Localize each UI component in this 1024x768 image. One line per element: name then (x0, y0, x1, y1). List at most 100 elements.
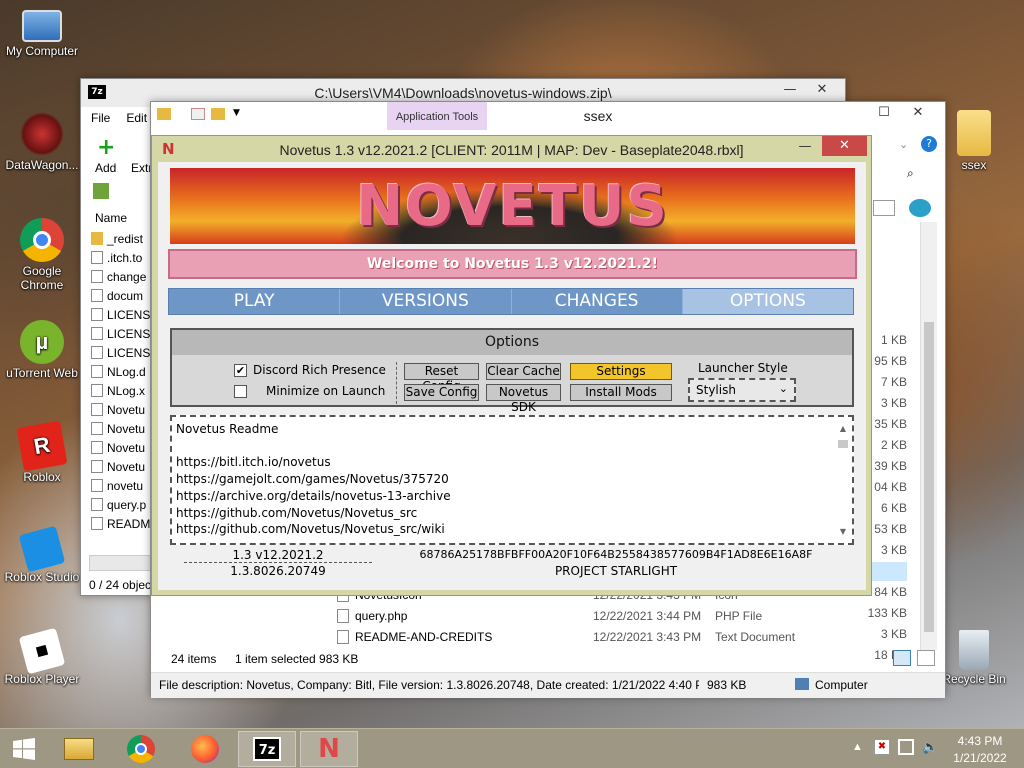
install-mods-button[interactable]: Install Mods (570, 384, 672, 401)
novetus-window: N Novetus 1.3 v12.2021.2 [CLIENT: 2011M … (151, 135, 872, 596)
zip-file-item[interactable]: Novetu (91, 422, 145, 436)
zip-file-item[interactable]: LICENS (91, 327, 150, 341)
minimize-on-launch-checkbox[interactable]: Minimize on Launch (234, 384, 385, 398)
zip-file-name: .itch.to (107, 251, 143, 265)
vertical-scrollbar[interactable] (920, 222, 937, 650)
close-button[interactable]: ✕ (903, 102, 933, 124)
help-icon[interactable]: ? (921, 136, 937, 152)
reset-config-button[interactable]: Reset Config (404, 363, 479, 393)
volume-icon[interactable]: 🔈 (922, 739, 938, 755)
checkbox-unchecked[interactable] (234, 384, 247, 398)
zip-file-name: Novetu (107, 403, 146, 417)
up-folder-icon[interactable] (93, 183, 109, 199)
zip-file-item[interactable]: Novetu (91, 441, 145, 455)
desktop-icon-roblox-studio[interactable]: Roblox Studio (0, 525, 84, 584)
build-label: 1.3.8026.20749 (230, 564, 326, 578)
taskbar-7zip[interactable]: 7z (238, 731, 296, 767)
tiles-view-icon[interactable] (917, 650, 935, 666)
shell-icon[interactable] (909, 199, 931, 217)
chevron-down-icon[interactable]: ⌄ (899, 138, 908, 151)
novetus-titlebar[interactable]: N Novetus 1.3 v12.2021.2 [CLIENT: 2011M … (152, 136, 871, 162)
readme-textbox[interactable]: Novetus Readme https://bitl.itch.io/novet… (170, 415, 854, 545)
maximize-button[interactable]: ☐ (869, 102, 899, 124)
clock[interactable]: 4:43 PM 1/21/2022 (946, 734, 1014, 765)
zip-file-item[interactable]: NLog.d (91, 365, 146, 379)
zip-file-item[interactable]: docum (91, 289, 143, 303)
zip-file-item[interactable]: READM (91, 517, 150, 531)
zip-file-name: query.p (107, 498, 147, 512)
zip-file-item[interactable]: Novetu (91, 460, 145, 474)
zip-file-item[interactable]: query.p (91, 498, 146, 512)
horizontal-scrollbar[interactable] (89, 555, 151, 571)
chevron-down-icon[interactable]: ▼ (233, 108, 240, 118)
menu-edit[interactable]: Edit (126, 111, 147, 125)
desktop-icon-roblox[interactable]: R Roblox (0, 420, 84, 484)
menu-file[interactable]: File (91, 111, 110, 125)
taskbar-firefox[interactable] (176, 731, 234, 767)
checkbox-checked[interactable]: ✔ (234, 363, 247, 377)
file-icon (91, 517, 103, 530)
desktop-icon-datawagon[interactable]: DataWagon... (0, 112, 84, 172)
launcher-style-label: Launcher Style (698, 361, 788, 375)
table-row[interactable]: README-AND-CREDITS 12/22/2021 3:43 PM Text… (337, 628, 897, 647)
flag-icon[interactable]: ✖ (874, 739, 890, 755)
zip-file-item[interactable]: .itch.to (91, 251, 142, 265)
search-icon[interactable]: ⌕ (907, 166, 914, 181)
file-icon (91, 346, 103, 359)
minimize-button[interactable]: — (775, 79, 805, 101)
desktop-icon-label: Google Chrome (20, 264, 64, 292)
close-button[interactable]: ✕ (822, 136, 867, 156)
taskbar-novetus[interactable]: N (300, 731, 358, 767)
clear-cache-button[interactable]: Clear Cache (486, 363, 561, 380)
file-type: PHP File (715, 609, 763, 623)
save-config-button[interactable]: Save Config (404, 384, 479, 401)
zip-file-item[interactable]: _redist (91, 232, 143, 246)
zip-file-item[interactable]: LICENS (91, 346, 150, 360)
chevron-up-icon[interactable]: ▲ (852, 741, 863, 753)
tab-changes[interactable]: CHANGES (512, 289, 683, 314)
minimize-button[interactable]: — (790, 136, 820, 158)
settings-button[interactable]: Settings (570, 363, 672, 380)
properties-icon[interactable] (191, 108, 205, 120)
taskbar-chrome[interactable] (112, 731, 170, 767)
file-date: 12/22/2021 3:43 PM (593, 630, 702, 644)
desktop-icon-utorrent[interactable]: µ uTorrent Web (0, 320, 84, 380)
zip-file-item[interactable]: change (91, 270, 146, 284)
clock-date: 1/21/2022 (953, 751, 1007, 765)
close-icon[interactable]: ✕ (807, 79, 837, 101)
novetus-sdk-button[interactable]: Novetus SDK (486, 384, 561, 414)
explorer-titlebar[interactable]: ▼ Application Tools ssex ☐ ✕ (151, 102, 945, 130)
column-header-name[interactable]: Name (95, 211, 127, 225)
details-view-icon[interactable] (893, 650, 911, 666)
add-button[interactable]: Add (95, 161, 116, 175)
zip-file-name: Novetu (107, 441, 146, 455)
network-icon[interactable] (898, 739, 914, 755)
desktop-icon-roblox-player[interactable]: Roblox Player (0, 627, 84, 686)
scrollbar-thumb[interactable] (924, 322, 934, 632)
desktop-icon-my-computer[interactable]: My Computer (0, 10, 84, 58)
scrollbar-thumb[interactable] (838, 439, 848, 448)
zip-file-item[interactable]: novetu (91, 479, 143, 493)
table-row[interactable]: query.php 12/22/2021 3:44 PM PHP File (337, 607, 897, 626)
desktop-icon-chrome[interactable]: Google Chrome (0, 218, 84, 292)
new-folder-icon[interactable] (211, 108, 225, 120)
file-size-cell: 53 KB (874, 522, 907, 536)
file-size-cell: 35 KB (874, 417, 907, 431)
zip-file-item[interactable]: Novetu (91, 403, 145, 417)
novetus-title: Novetus 1.3 v12.2021.2 [CLIENT: 2011M | … (279, 142, 744, 158)
launcher-style-select[interactable]: Stylish ⌄ (688, 378, 796, 402)
tab-options[interactable]: OPTIONS (682, 289, 853, 314)
start-button[interactable] (0, 731, 48, 767)
file-icon (91, 498, 103, 511)
zip-file-item[interactable]: LICENS (91, 308, 150, 322)
tab-play[interactable]: PLAY (169, 289, 341, 314)
taskbar-file-explorer[interactable] (50, 731, 108, 767)
tab-versions[interactable]: VERSIONS (340, 289, 512, 314)
readme-scrollbar[interactable]: ▲ ▼ (836, 421, 850, 541)
view-icon[interactable] (873, 200, 895, 216)
discord-rich-presence-checkbox[interactable]: ✔ Discord Rich Presence (234, 363, 386, 377)
folder-icon (957, 110, 991, 156)
zip-file-item[interactable]: NLog.x (91, 384, 145, 398)
roblox-icon: R (16, 420, 68, 472)
chrome-icon (127, 735, 155, 763)
